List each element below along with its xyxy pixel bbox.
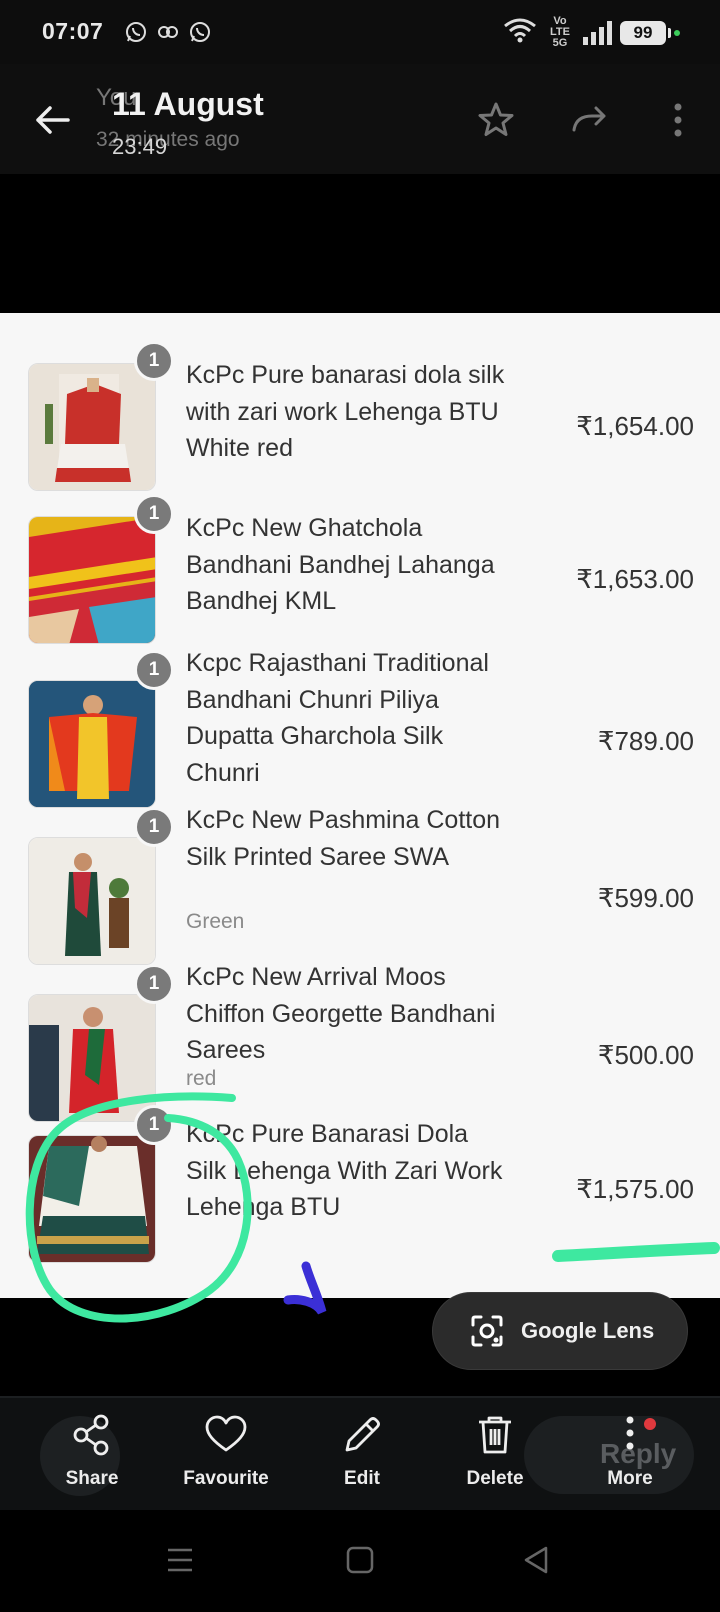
battery-level: 99 bbox=[633, 22, 653, 42]
product-name: Kcpc Rajasthani Traditional Bandhani Chu… bbox=[186, 649, 489, 787]
product-name: KcPc Pure Banarasi Dola Silk Lehenga Wit… bbox=[186, 1120, 503, 1221]
star-icon[interactable] bbox=[474, 98, 518, 142]
product-thumbnail bbox=[28, 680, 156, 808]
product-thumbnail bbox=[28, 1135, 156, 1263]
home-icon[interactable] bbox=[338, 1538, 382, 1582]
share-button[interactable]: Share bbox=[32, 1412, 152, 1502]
product-name: KcPc New Arrival Moos Chiffon Georgette … bbox=[186, 963, 496, 1064]
photo-actions-toolbar: Reply Share Favourite Edit Delete More bbox=[0, 1398, 720, 1510]
wifi-icon bbox=[503, 16, 537, 49]
quantity-badge: 1 bbox=[134, 964, 174, 1004]
product-thumbnail bbox=[28, 994, 156, 1122]
notification-icons bbox=[124, 20, 212, 44]
system-nav-bar bbox=[0, 1510, 720, 1612]
share-icon bbox=[73, 1414, 109, 1456]
product-name: KcPc Pure banarasi dola silk with zari w… bbox=[186, 361, 505, 462]
signal-icon bbox=[583, 20, 612, 45]
product-price: ₹1,575.00 bbox=[576, 1174, 694, 1204]
product-variant: Green bbox=[186, 910, 245, 933]
pencil-icon bbox=[345, 1417, 380, 1452]
network-type: Vo LTE 5G bbox=[550, 15, 570, 49]
status-bar: 07:07 Vo LTE 5G 99 bbox=[0, 0, 720, 64]
quantity-badge: 1 bbox=[134, 650, 174, 690]
favourite-button[interactable]: Favourite bbox=[166, 1412, 286, 1502]
whatsapp-icon bbox=[126, 22, 146, 42]
product-price: ₹1,653.00 bbox=[576, 564, 694, 594]
edit-label: Edit bbox=[344, 1468, 380, 1489]
product-name: KcPc New Pashmina Cotton Silk Printed Sa… bbox=[186, 806, 501, 871]
quantity-badge: 1 bbox=[134, 1105, 174, 1145]
whatsapp-icon bbox=[190, 22, 210, 42]
quantity-badge: 1 bbox=[134, 807, 174, 847]
favourite-label: Favourite bbox=[183, 1468, 269, 1489]
product-name: KcPc New Ghatchola Bandhani Bandhej Laha… bbox=[186, 514, 495, 615]
quantity-badge: 1 bbox=[134, 494, 174, 534]
product-price: ₹1,654.00 bbox=[576, 411, 694, 441]
shared-image[interactable]: 1 KcPc Pure banarasi dola silk with zari… bbox=[0, 313, 720, 1298]
product-price: ₹500.00 bbox=[597, 1040, 694, 1070]
more-label: More bbox=[607, 1468, 653, 1489]
back-nav-icon[interactable] bbox=[514, 1538, 558, 1582]
google-lens-button[interactable]: Google Lens bbox=[432, 1292, 688, 1370]
delete-label: Delete bbox=[466, 1468, 524, 1489]
heart-icon bbox=[205, 1415, 247, 1452]
more-options-icon[interactable] bbox=[656, 98, 700, 142]
product-variant: red bbox=[186, 1067, 217, 1090]
status-time: 07:07 bbox=[42, 18, 104, 44]
more-button[interactable]: More bbox=[570, 1412, 690, 1502]
viewer-header: You 32 minutes ago 11 August 23:49 bbox=[0, 64, 720, 174]
forward-icon[interactable] bbox=[568, 98, 612, 142]
quantity-badge: 1 bbox=[134, 341, 174, 381]
status-right: Vo LTE 5G 99 bbox=[503, 16, 680, 49]
product-price: ₹599.00 bbox=[597, 883, 694, 913]
edit-button[interactable]: Edit bbox=[302, 1412, 422, 1502]
product-thumbnail bbox=[28, 837, 156, 965]
battery-icon: 99 bbox=[620, 20, 671, 45]
lens-icon bbox=[471, 1315, 503, 1347]
google-lens-label: Google Lens bbox=[521, 1318, 655, 1343]
notification-dot bbox=[644, 1418, 656, 1430]
delete-button[interactable]: Delete bbox=[435, 1412, 555, 1502]
trash-icon bbox=[479, 1416, 511, 1454]
product-thumbnail bbox=[28, 516, 156, 644]
product-thumbnail bbox=[28, 363, 156, 491]
photo-time: 23:49 bbox=[112, 134, 168, 159]
gallery-icon bbox=[158, 26, 178, 38]
share-label: Share bbox=[65, 1468, 119, 1489]
back-arrow-icon[interactable] bbox=[30, 98, 74, 142]
privacy-indicator bbox=[674, 29, 680, 36]
recent-apps-icon[interactable] bbox=[158, 1538, 202, 1582]
photo-date: 11 August bbox=[112, 86, 264, 122]
product-price: ₹789.00 bbox=[597, 726, 694, 756]
